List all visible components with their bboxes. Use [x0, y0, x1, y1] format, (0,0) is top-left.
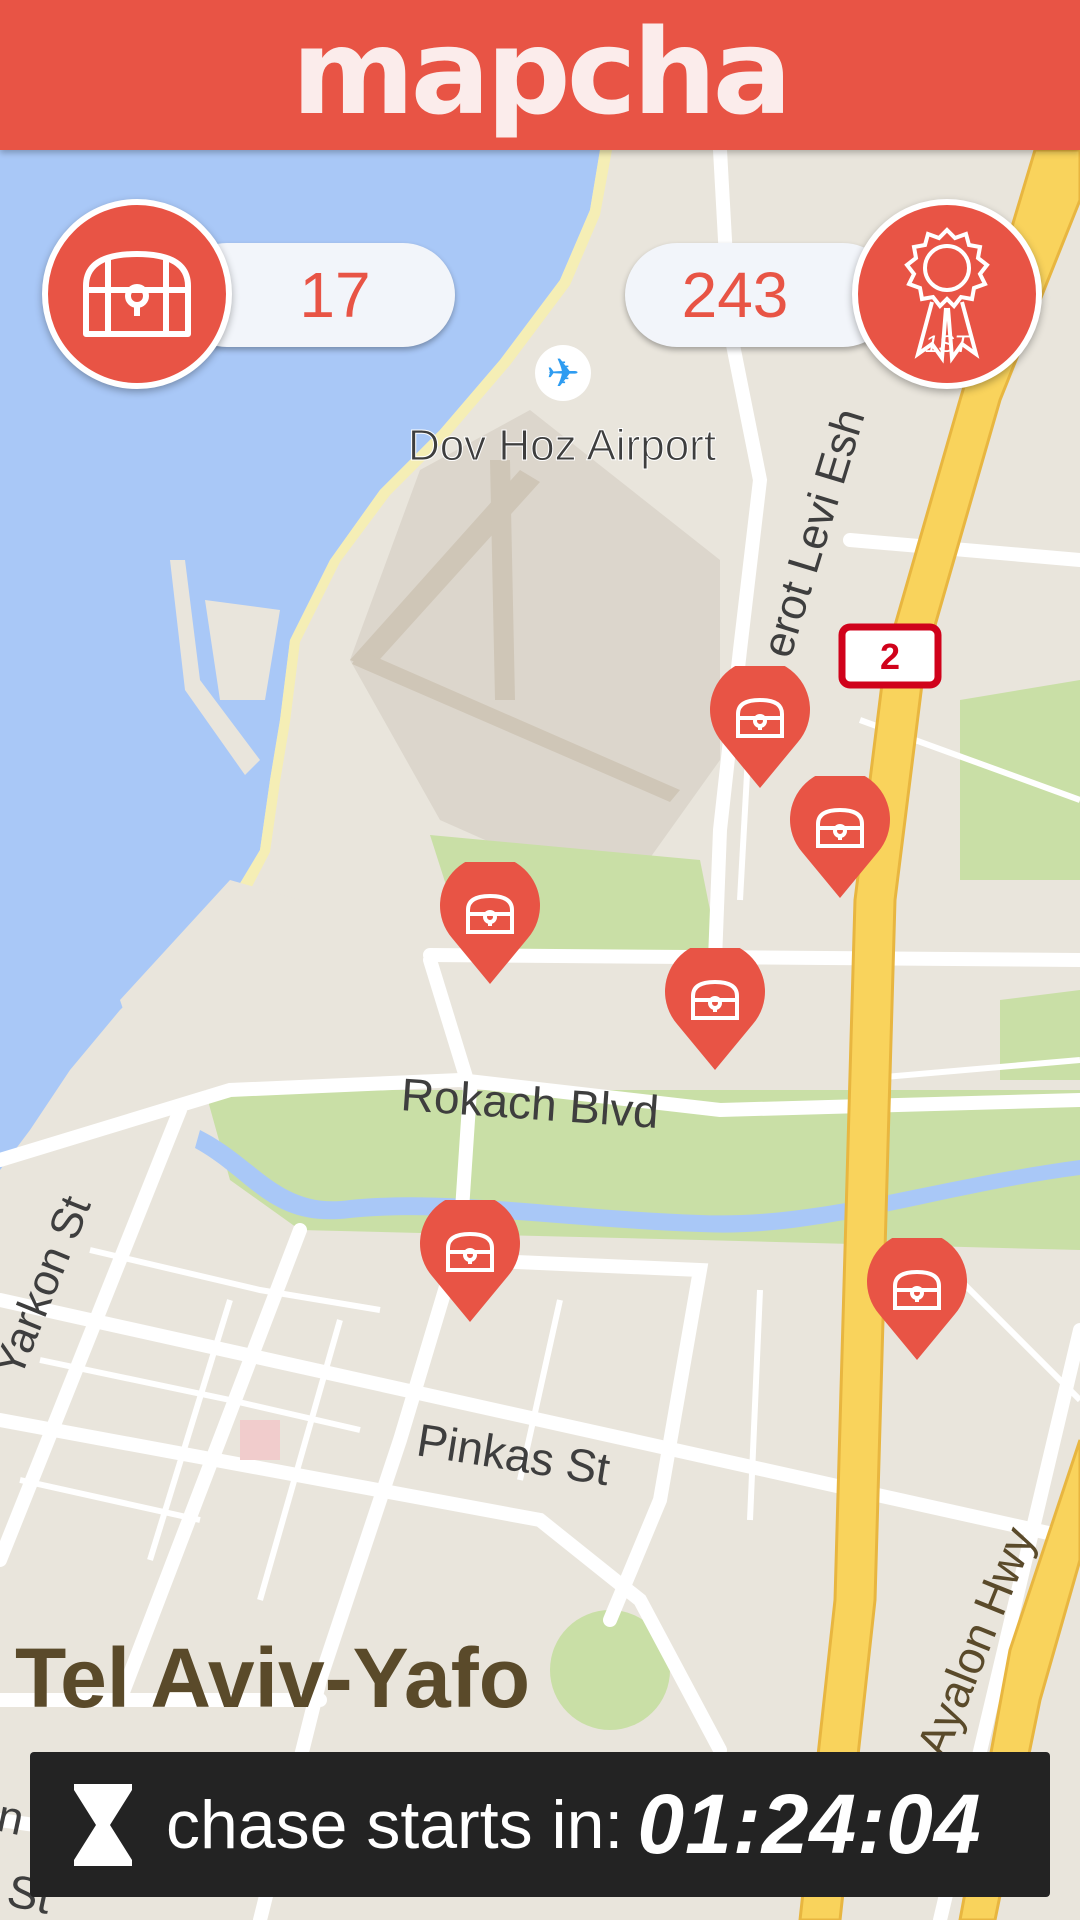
treasures-button[interactable] — [42, 199, 232, 389]
airplane-icon: ✈ — [546, 352, 580, 396]
hourglass-icon — [74, 1783, 132, 1866]
treasure-pin[interactable] — [418, 1200, 522, 1324]
app-header: mapcha — [0, 0, 1080, 150]
app-logo: mapcha — [291, 3, 793, 141]
treasure-pin[interactable] — [865, 1238, 969, 1362]
road-2-shield: 2 — [880, 636, 900, 677]
map-label-city: Tel Aviv-Yafo — [15, 1631, 530, 1725]
timer-label: chase starts in: — [166, 1786, 624, 1863]
map-view[interactable]: ✈ Dov Hoz Airport erot Levi Esh 2 Rokach… — [0, 150, 1080, 1920]
treasure-chest-icon — [83, 251, 191, 337]
timer-countdown: 01:24:04 — [637, 1777, 982, 1871]
map-canvas[interactable]: ✈ Dov Hoz Airport erot Levi Esh 2 Rokach… — [0, 150, 1080, 1920]
treasure-pin[interactable] — [708, 666, 812, 790]
points-count: 243 — [681, 259, 789, 331]
rank-button[interactable]: 1ST — [852, 199, 1042, 389]
treasure-pin[interactable] — [788, 776, 892, 900]
map-label-airport: Dov Hoz Airport — [408, 421, 716, 470]
treasures-count: 17 — [299, 259, 371, 331]
treasure-pin[interactable] — [663, 948, 767, 1072]
rank-badge-text: 1ST — [925, 331, 971, 358]
award-ribbon-icon: 1ST — [904, 227, 990, 364]
chase-timer-bar: chase starts in: 01:24:04 — [30, 1752, 1050, 1897]
treasure-pin[interactable] — [438, 862, 542, 986]
